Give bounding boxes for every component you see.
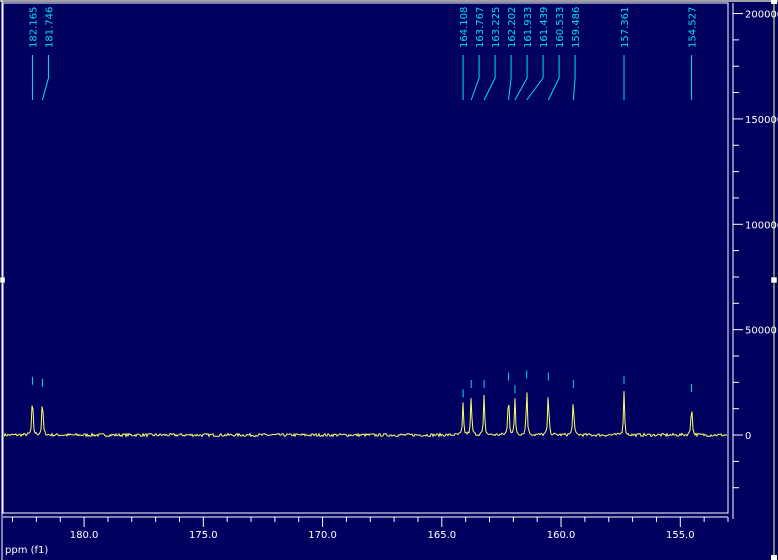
resize-handle-top-right[interactable]: [771, 0, 777, 4]
x-tick-label: 180.0: [70, 530, 99, 541]
peak-label: 163.767: [475, 7, 486, 48]
peak-label: 182.165: [28, 7, 39, 48]
nmr-spectrum-chart: 182.165 181.746 164.108 163.767 163.225 162.2…: [0, 0, 778, 560]
peak-label: 154.527: [688, 7, 699, 48]
x-tick-label: 170.0: [308, 530, 337, 541]
peak-label: 157.361: [620, 7, 631, 48]
resize-handle-bottom-right[interactable]: [771, 555, 777, 560]
y-tick-label: 50000: [745, 326, 777, 337]
peak-label: 162.202: [507, 7, 518, 48]
background: [0, 0, 778, 560]
x-tick-label: 160.0: [547, 530, 576, 541]
y-tick-label: 0: [745, 431, 751, 442]
y-tick-label: 200000: [745, 10, 778, 21]
x-tick-label: 155.0: [666, 530, 695, 541]
peak-label: 181.746: [44, 7, 55, 48]
x-tick-label: 165.0: [427, 530, 456, 541]
peak-label: 160.533: [555, 7, 566, 48]
peak-label: 159.486: [571, 7, 582, 48]
resize-handle-right[interactable]: [770, 276, 778, 284]
x-axis-label: ppm (f1): [5, 545, 48, 556]
y-tick-label: 150000: [745, 115, 778, 126]
peak-label: 163.225: [491, 7, 502, 48]
peak-label: 161.439: [539, 7, 550, 48]
x-tick-label: 175.0: [189, 530, 218, 541]
y-tick-label: 100000: [745, 220, 778, 231]
peak-label: 161.933: [523, 7, 534, 48]
peak-label: 164.108: [459, 7, 470, 48]
